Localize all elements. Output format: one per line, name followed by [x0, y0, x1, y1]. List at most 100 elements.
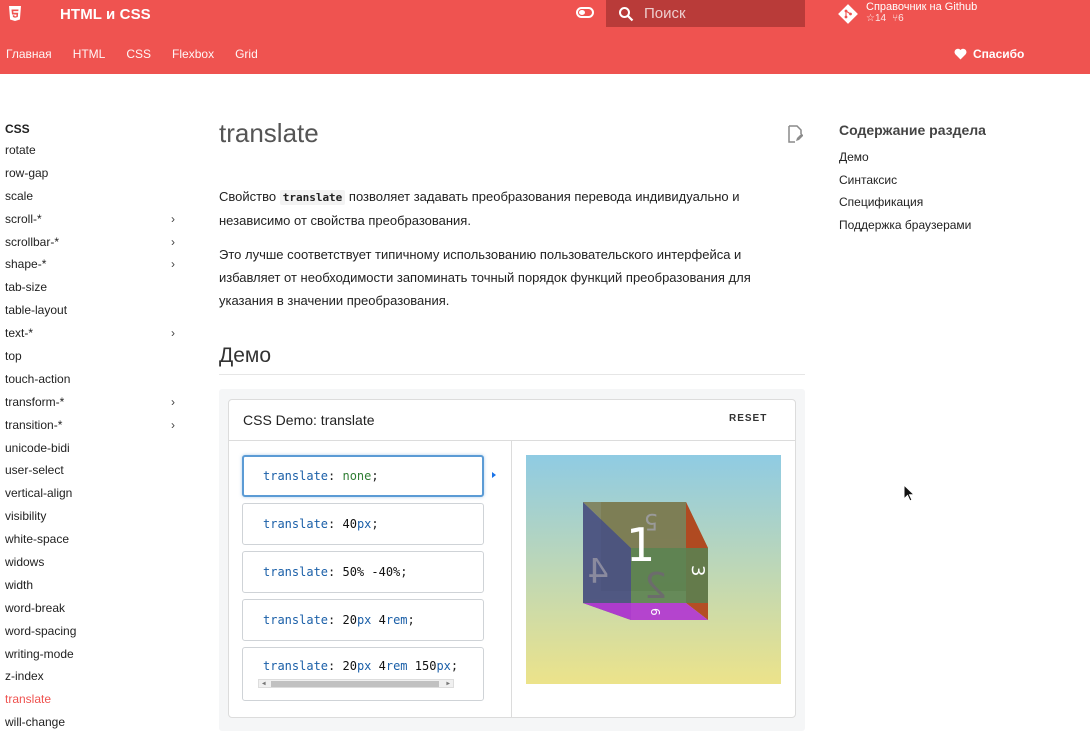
scroll-right-icon[interactable]: ▶: [446, 679, 450, 688]
sidebar-item-label: translate: [5, 692, 52, 707]
sidebar-item-label: z-index: [5, 669, 44, 684]
cube-graphic: 1 2 5 4 3 6: [583, 502, 708, 620]
theme-toggle-icon[interactable]: [576, 7, 594, 18]
sidebar-item-label: widows: [5, 555, 45, 570]
html5-icon: [9, 6, 21, 21]
sidebar-item-z-index[interactable]: z-index: [5, 665, 185, 688]
demo-preview: 1 2 5 4 3 6: [526, 455, 781, 684]
table-of-contents: Содержание раздела Демо Синтаксис Специф…: [839, 122, 986, 236]
horizontal-scrollbar[interactable]: ◀ ▶: [258, 679, 454, 688]
sidebar-item-label: scrollbar-*: [5, 234, 60, 249]
cube-face-left: 4: [587, 552, 609, 592]
demo-option-4[interactable]: translate: 20px 4rem;: [242, 599, 484, 641]
demo-option-code: translate: 50% -40%;: [263, 565, 408, 579]
sidebar-item-label: will-change: [5, 715, 66, 730]
demo-option-2[interactable]: translate: 40px;: [242, 503, 484, 545]
sidebar-item-label: visibility: [5, 509, 47, 524]
sidebar-item-transform[interactable]: transform-* ›: [5, 391, 185, 414]
chevron-right-icon[interactable]: ›: [171, 208, 175, 231]
sidebar-item-label: tab-size: [5, 280, 48, 295]
search-box[interactable]: [606, 0, 805, 27]
divider: [219, 374, 805, 375]
nav-item-html[interactable]: HTML: [73, 47, 106, 61]
sidebar-item-widows[interactable]: widows: [5, 551, 185, 574]
scroll-thumb[interactable]: [271, 681, 439, 687]
sidebar-item-label: rotate: [5, 143, 36, 157]
demo-option-1[interactable]: translate: none;: [242, 455, 484, 497]
sidebar-item-word-break[interactable]: word-break: [5, 597, 185, 620]
demo-option-5[interactable]: translate: 20px 4rem 150px; ◀ ▶: [242, 647, 484, 701]
reset-button[interactable]: RESET: [729, 413, 767, 424]
sidebar-item-label: writing-mode: [5, 646, 74, 661]
sidebar-item-label: touch-action: [5, 371, 71, 386]
sidebar-item-scrollbar[interactable]: scrollbar-* ›: [5, 231, 185, 254]
thanks-label: Спасибо: [973, 47, 1025, 61]
sidebar-item-label: vertical-align: [5, 486, 73, 501]
chevron-right-icon[interactable]: ›: [171, 391, 175, 414]
sidebar-item-tab-size[interactable]: tab-size: [5, 276, 185, 299]
detail-paragraph: Это лучше соответствует типичному исполь…: [219, 247, 751, 308]
nav-item-css[interactable]: CSS: [126, 47, 151, 61]
chevron-right-icon[interactable]: ›: [171, 322, 175, 345]
sidebar-item-text[interactable]: text-* ›: [5, 322, 185, 345]
sidebar-item-width[interactable]: width: [5, 574, 185, 597]
brand-link[interactable]: HTML и CSS: [8, 4, 151, 24]
github-stars: ☆14: [866, 13, 887, 24]
inline-code: translate: [279, 190, 346, 205]
top-header: HTML и CSS Справочник на Github ☆14 ⑂6 Г…: [0, 0, 1090, 74]
demo-option-3[interactable]: translate: 50% -40%;: [242, 551, 484, 593]
sidebar-item-label: shape-*: [5, 257, 47, 272]
demo-header: CSS Demo: translate RESET: [229, 400, 795, 441]
sidebar-item-translate[interactable]: translate: [5, 688, 185, 711]
toc-item-spec[interactable]: Спецификация: [839, 191, 986, 214]
sidebar-item-label: table-layout: [5, 303, 68, 318]
selected-arrow-icon: [492, 472, 496, 478]
sidebar-item-visibility[interactable]: visibility: [5, 505, 185, 528]
demo-option-code: translate: 20px 4rem;: [263, 613, 415, 627]
sidebar-item-scroll[interactable]: scroll-* ›: [5, 208, 185, 231]
sidebar-item-touch-action[interactable]: touch-action: [5, 368, 185, 391]
sidebar-item-label: scroll-*: [5, 211, 42, 226]
sidebar-title[interactable]: CSS: [5, 119, 185, 139]
sidebar-item-label: width: [5, 577, 34, 592]
thanks-button[interactable]: Спасибо: [954, 47, 1024, 61]
sidebar-item-label: word-break: [5, 600, 66, 615]
toc-item-syntax[interactable]: Синтаксис: [839, 169, 986, 192]
sidebar: CSS rotate row-gap scale scroll-* › scrollbar…: [5, 117, 185, 734]
demo-card: CSS Demo: translate RESET translate: non…: [228, 399, 796, 718]
sidebar-item-label: text-*: [5, 326, 34, 341]
nav-item-flexbox[interactable]: Flexbox: [172, 47, 214, 61]
main-nav: Главная HTML CSS Flexbox Grid: [6, 47, 279, 61]
page-title: translate: [219, 118, 319, 148]
sidebar-item-table-layout[interactable]: table-layout: [5, 299, 185, 322]
sidebar-item-writing-mode[interactable]: writing-mode: [5, 643, 185, 666]
github-forks: ⑂6: [892, 13, 904, 24]
sidebar-item-white-space[interactable]: white-space: [5, 528, 185, 551]
nav-item-home[interactable]: Главная: [6, 47, 52, 61]
sidebar-item-label: top: [5, 349, 22, 364]
sidebar-item-user-select[interactable]: user-select: [5, 459, 185, 482]
nav-item-grid[interactable]: Grid: [235, 47, 258, 61]
chevron-right-icon[interactable]: ›: [171, 231, 175, 254]
sidebar-item-unicode-bidi[interactable]: unicode-bidi: [5, 437, 185, 460]
sidebar-item-shape[interactable]: shape-* ›: [5, 253, 185, 276]
chevron-right-icon[interactable]: ›: [171, 253, 175, 276]
sidebar-item-scale[interactable]: scale: [5, 185, 185, 208]
sidebar-item-label: user-select: [5, 463, 64, 478]
sidebar-item-transition[interactable]: transition-* ›: [5, 414, 185, 437]
sidebar-item-vertical-align[interactable]: vertical-align: [5, 482, 185, 505]
toc-item-demo[interactable]: Демо: [839, 146, 986, 169]
search-input[interactable]: [644, 5, 794, 22]
sidebar-item-rotate[interactable]: rotate: [5, 139, 185, 162]
sidebar-item-top[interactable]: top: [5, 345, 185, 368]
github-link[interactable]: Справочник на Github ☆14 ⑂6: [838, 1, 977, 24]
chevron-right-icon[interactable]: ›: [171, 414, 175, 437]
scroll-left-icon[interactable]: ◀: [262, 679, 266, 688]
cube-face-top: 5: [644, 508, 658, 533]
sidebar-item-will-change[interactable]: will-change: [5, 711, 185, 734]
sidebar-item-row-gap[interactable]: row-gap: [5, 162, 185, 185]
toc-item-browser-support[interactable]: Поддержка браузерами: [839, 214, 986, 237]
sidebar-item-word-spacing[interactable]: word-spacing: [5, 620, 185, 643]
heart-icon: [954, 48, 967, 60]
edit-icon[interactable]: [787, 125, 803, 143]
